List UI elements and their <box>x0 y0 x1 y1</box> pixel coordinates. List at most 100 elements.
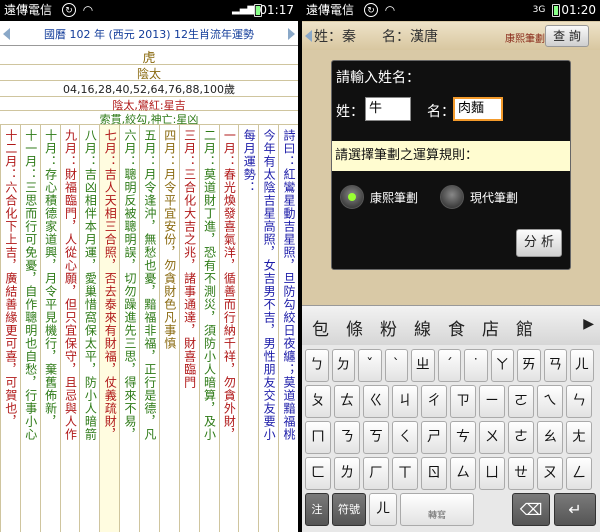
zhuyin-key[interactable]: ㄋ <box>334 421 360 454</box>
clock: 01:20 <box>561 3 596 17</box>
zhuyin-key[interactable]: ㄎ <box>363 421 389 454</box>
zhuyin-key[interactable]: ˇ <box>358 349 382 382</box>
wifi-icon: ◠ <box>384 3 396 17</box>
candidate-word[interactable]: 食 <box>448 315 465 340</box>
deity-name: 陰太 <box>0 65 298 81</box>
modern-label: 現代筆劃 <box>470 191 519 205</box>
zhuyin-key[interactable]: ㄝ <box>508 457 534 490</box>
delete-key[interactable]: ⌫ <box>512 493 550 526</box>
candidate-word[interactable]: 線 <box>414 315 431 340</box>
candidate-more-icon[interactable]: ▶ <box>583 316 594 332</box>
zhuyin-key[interactable]: ㄣ <box>566 385 592 418</box>
zhuyin-key[interactable]: ㄩ <box>479 457 505 490</box>
zhuyin-key[interactable]: ㄡ <box>537 457 563 490</box>
zhuyin-key[interactable]: ㄐ <box>392 385 418 418</box>
carrier-name: 遠傳電信 <box>306 3 355 17</box>
carrier-name: 遠傳電信 <box>4 3 53 17</box>
zhuyin-key[interactable]: ˙ <box>464 349 488 382</box>
zhuyin-key[interactable]: ㄑ <box>392 421 418 454</box>
name-field-label: 名： <box>427 104 455 120</box>
zhuyin-key[interactable]: ˊ <box>437 349 461 382</box>
zhuyin-key[interactable]: ㄊ <box>334 385 360 418</box>
sync-icon: ↻ <box>62 3 76 17</box>
month-column: 今年有太陰吉星高照，女吉男不吉，男性朋友交友要小 <box>258 125 278 532</box>
month-column: 詩曰：紅鸞星動吉星照，旦防勾絞日夜纏；莫道黯福桃 <box>278 125 298 532</box>
prev-arrow-icon[interactable] <box>3 28 10 40</box>
zhuyin-key[interactable]: ㄅ <box>305 349 329 382</box>
key-er[interactable]: ㄦ <box>369 493 397 526</box>
zhuyin-key[interactable]: ㄌ <box>334 457 360 490</box>
zhuyin-key[interactable]: ㄘ <box>450 421 476 454</box>
signal-icon: ▂▄▆ <box>232 4 256 15</box>
enter-key[interactable]: ↵ <box>554 493 596 526</box>
analyze-button[interactable]: 分 析 <box>516 229 562 257</box>
zhuyin-key[interactable]: ㄚ <box>490 349 514 382</box>
zhuyin-key[interactable]: ㄗ <box>450 385 476 418</box>
candidate-word[interactable]: 館 <box>516 315 533 340</box>
zhuyin-key[interactable]: ㄉ <box>331 349 355 382</box>
candidate-word[interactable]: 店 <box>482 315 499 340</box>
given-name-input[interactable]: 肉麵 <box>453 97 503 121</box>
zhuyin-key[interactable]: ㄍ <box>363 385 389 418</box>
wifi-icon: ◠ <box>82 3 94 17</box>
zhuyin-key[interactable]: ㄜ <box>508 421 534 454</box>
month-column: 六月：聰明反被聰明誤，切勿躁進先三思，得來不易， <box>119 125 139 532</box>
unlucky-stars: 索貫,絞勾,神亡:星凶 <box>0 111 298 126</box>
month-column: 五月：月令逢沖，無愁也憂，黯福非福，正行是德，凡 <box>139 125 159 532</box>
zhuyin-key[interactable]: ㄓ <box>411 349 435 382</box>
zhuyin-key[interactable]: ㄏ <box>363 457 389 490</box>
zhuyin-key[interactable]: ㄙ <box>450 457 476 490</box>
zhuyin-key[interactable]: ㄢ <box>543 349 567 382</box>
month-column: 四月：月令平宜安份，勿貪財色凡事慎 <box>158 125 179 532</box>
network-type: 3G <box>532 5 546 15</box>
sync-icon: ↻ <box>364 3 378 17</box>
zhuyin-key[interactable]: ㄤ <box>566 421 592 454</box>
month-column: 十月：存心積德家道興，月令平見機行，棄舊佈新， <box>39 125 60 532</box>
status-bar: 遠傳電信 ↻ ◠ 3G 01:20 <box>302 0 600 21</box>
surname-input[interactable]: 牛 <box>365 97 411 121</box>
year-header: 國曆 102 年 (西元 2013) 12生肖流年運勢 <box>0 22 298 46</box>
modern-radio[interactable] <box>440 185 464 209</box>
month-column: 三月：三合化大吉之兆，諸事通達，財喜臨門 <box>178 125 199 532</box>
zhuyin-key[interactable]: ㄥ <box>566 457 592 490</box>
zhuyin-key[interactable]: ˋ <box>384 349 408 382</box>
dialog-title: 請輸入姓名： <box>336 70 420 86</box>
zhuyin-key[interactable]: ㄧ <box>479 385 505 418</box>
zhuyin-key[interactable]: ㄔ <box>421 385 447 418</box>
space-key[interactable]: 轉寫 <box>400 493 474 526</box>
key-symbols[interactable]: 符號 <box>332 493 366 526</box>
month-column: 每月運勢： <box>238 125 258 532</box>
zhuyin-key[interactable]: ㄟ <box>537 385 563 418</box>
zhuyin-key[interactable]: ㄠ <box>537 421 563 454</box>
zhuyin-key[interactable]: ㄞ <box>517 349 541 382</box>
candidate-word[interactable]: 粉 <box>380 315 397 340</box>
query-button[interactable]: 查 詢 <box>545 25 589 47</box>
rule-prompt: 請選擇筆劃之運算規則： <box>332 141 570 171</box>
name-analysis-panel: 遠傳電信 ↻ ◠ 3G 01:20 姓：秦 名：漢唐 康熙筆劃 查 詢 請輸入姓… <box>302 0 600 532</box>
given-name-label: 名：漢唐 <box>382 29 438 45</box>
zhuyin-key[interactable]: ㄈ <box>305 457 331 490</box>
surname-field-label: 姓： <box>336 104 364 120</box>
zhuyin-key[interactable]: ㄆ <box>305 385 331 418</box>
zhuyin-key[interactable]: ㄨ <box>479 421 505 454</box>
kangxi-radio[interactable] <box>340 185 364 209</box>
zhuyin-key[interactable]: ㄖ <box>421 457 447 490</box>
zhuyin-key[interactable]: ㄕ <box>421 421 447 454</box>
candidate-word[interactable]: 包 <box>312 315 329 340</box>
zhuyin-key[interactable]: ㄦ <box>570 349 594 382</box>
zhuyin-key[interactable]: ㄇ <box>305 421 331 454</box>
lucky-stars: 陰太,鸞紅:星吉 <box>0 97 298 112</box>
key-zhuyin-mode[interactable]: 注 <box>305 493 329 526</box>
zhuyin-key[interactable]: ㄛ <box>508 385 534 418</box>
surname-label: 姓：秦 <box>314 29 356 45</box>
zhuyin-key[interactable]: ㄒ <box>392 457 418 490</box>
month-column: 八月：吉凶相伴本月運，愛巢惜窩保太平，防小人暗箭 <box>79 125 99 532</box>
zhuyin-keyboard: 注 符號 ㄦ 轉寫 ⌫ ↵ ㄅㄉ ˇ ˋ ㄓ ˊ ˙ ㄚㄞㄢㄦㄆㄊㄍㄐㄔㄗㄧㄛㄟㄣㄇㄋㄎㄑㄕ… <box>302 345 600 532</box>
name-input-dialog: 請輸入姓名： 姓： 牛 名： 肉麵 請選擇筆劃之運算規則： 康熙筆劃 現代筆劃 … <box>331 60 571 270</box>
candidate-word[interactable]: 條 <box>346 315 363 340</box>
prev-arrow-icon[interactable] <box>305 30 312 42</box>
ages-list: 04,16,28,40,52,64,76,88,100歲 <box>0 81 298 97</box>
fortune-panel: 遠傳電信 ↻ ◠ ▂▄▆ 01:17 國曆 102 年 (西元 2013) 12… <box>0 0 298 532</box>
next-arrow-icon[interactable] <box>288 28 295 40</box>
month-column: 七月：吉人天相三合照，否去泰來有財福，仗義疏財， <box>99 125 120 532</box>
